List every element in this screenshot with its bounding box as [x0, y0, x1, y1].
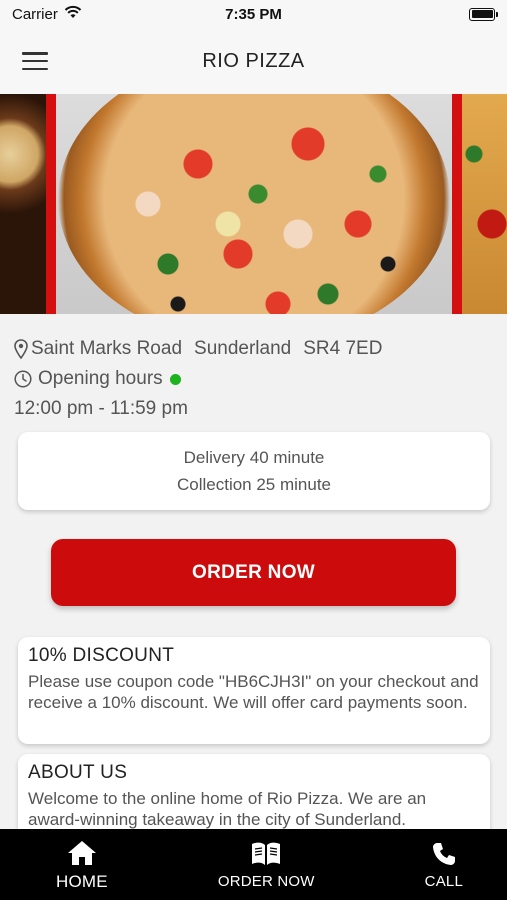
about-text: Welcome to the online home of Rio Pizza.…: [28, 789, 427, 829]
discount-text: Please use coupon code "HB6CJH3I" on you…: [28, 672, 479, 712]
tab-home[interactable]: HOME: [56, 838, 108, 892]
discount-title: 10% DISCOUNT: [28, 645, 175, 666]
status-left: Carrier: [12, 5, 82, 23]
tab-call[interactable]: CALL: [425, 839, 463, 890]
collection-time: Collection 25 minute: [176, 475, 332, 494]
status-time: 7:35 PM: [225, 5, 282, 23]
page-title: RIO PIZZA: [202, 49, 305, 72]
tab-order-now-label: ORDER NOW: [217, 873, 315, 890]
tab-order-now[interactable]: ORDER NOW: [218, 839, 315, 890]
hero-image-pizza: [56, 94, 452, 314]
discount-card: 10% DISCOUNT Please use coupon code "HB6…: [18, 637, 490, 744]
hours-times-row: 12:00 pm - 11:59 pm: [14, 394, 494, 424]
address-street: Saint Marks Road: [31, 338, 183, 359]
about-title: ABOUT US: [28, 762, 128, 783]
address-city: Sunderland: [194, 338, 292, 359]
tab-home-label: HOME: [56, 871, 108, 891]
status-bar: Carrier 7:35 PM: [0, 0, 507, 28]
home-icon: [66, 838, 98, 868]
carrier-label: Carrier: [12, 5, 58, 23]
hero-divider-left: [46, 94, 56, 314]
tab-call-label: CALL: [424, 873, 463, 890]
restaurant-info: Saint Marks Road Sunderland SR4 7ED Open…: [14, 334, 494, 424]
menu-book-icon: [250, 839, 282, 869]
location-pin-icon: [14, 339, 28, 359]
hero-carousel[interactable]: [0, 94, 507, 314]
delivery-time: Delivery 40 minute: [183, 448, 325, 467]
hero-image-next: [462, 94, 507, 314]
phone-icon: [431, 839, 457, 869]
opening-hours-label: Opening hours: [38, 368, 163, 389]
opening-hours-row: Opening hours: [14, 364, 494, 394]
address-row: Saint Marks Road Sunderland SR4 7ED: [14, 334, 494, 364]
hamburger-menu-icon[interactable]: [22, 50, 48, 72]
wifi-icon: [64, 5, 82, 23]
bottom-tab-bar: HOME ORDER NOW CALL: [0, 829, 507, 900]
address-postcode: SR4 7ED: [303, 338, 383, 359]
clock-icon: [14, 370, 32, 388]
opening-hours-times: 12:00 pm - 11:59 pm: [14, 398, 188, 419]
battery-icon: [469, 7, 498, 21]
delivery-times-card: Delivery 40 minute Collection 25 minute: [18, 432, 490, 510]
nav-bar: RIO PIZZA: [0, 28, 507, 94]
hero-divider-right: [452, 94, 462, 314]
order-now-button[interactable]: ORDER NOW: [51, 539, 456, 606]
open-status-indicator: [169, 373, 181, 385]
hero-image-previous: [0, 94, 46, 314]
